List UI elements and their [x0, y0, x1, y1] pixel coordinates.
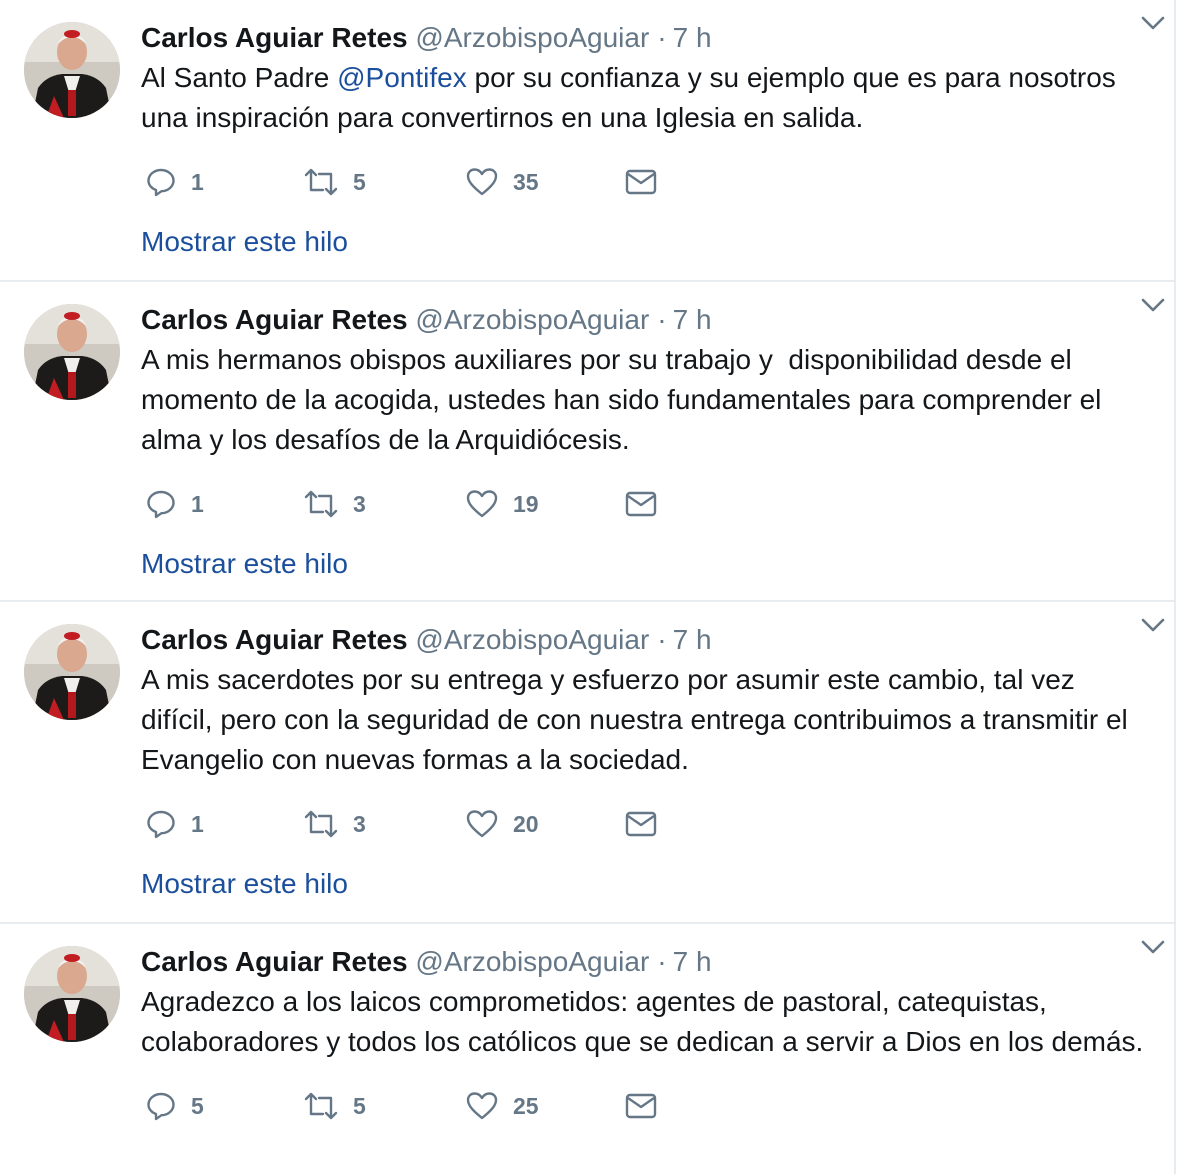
timestamp[interactable]: 7 h	[673, 624, 712, 655]
retweet-button[interactable]: 5	[303, 1086, 366, 1126]
chevron-down-icon	[1141, 618, 1165, 632]
retweet-icon	[303, 488, 339, 520]
chevron-down-icon	[1141, 298, 1165, 312]
tweet-header: Carlos Aguiar Retes @ArzobispoAguiar · 7 h	[141, 620, 1144, 660]
reply-count: 1	[191, 168, 204, 195]
tweet-header: Carlos Aguiar Retes @ArzobispoAguiar · 7 h	[141, 18, 1144, 58]
like-count: 35	[513, 168, 539, 195]
retweet-icon	[303, 166, 339, 198]
retweet-icon	[303, 808, 339, 840]
envelope-icon	[625, 490, 657, 518]
more-options-button[interactable]	[1140, 14, 1166, 32]
direct-message-button[interactable]	[625, 162, 657, 202]
author-name[interactable]: Carlos Aguiar Retes	[141, 946, 408, 977]
direct-message-button[interactable]	[625, 484, 657, 524]
like-button[interactable]: 20	[465, 804, 539, 844]
chevron-down-icon	[1141, 940, 1165, 954]
direct-message-button[interactable]	[625, 1086, 657, 1126]
show-thread-link[interactable]: Mostrar este hilo	[141, 864, 348, 904]
separator-dot: ·	[657, 624, 667, 655]
tweet-actions: 1 3 19	[141, 484, 1144, 524]
reply-icon	[145, 808, 177, 840]
tweet-text: A mis sacerdotes por su entrega y esfuer…	[141, 664, 1136, 775]
heart-icon	[465, 808, 499, 840]
envelope-icon	[625, 168, 657, 196]
like-button[interactable]: 35	[465, 162, 539, 202]
tweet[interactable]: Carlos Aguiar Retes @ArzobispoAguiar · 7 h…	[0, 282, 1174, 602]
retweet-count: 5	[353, 168, 366, 195]
author-handle[interactable]: @ArzobispoAguiar	[415, 304, 649, 335]
reply-icon	[145, 1090, 177, 1122]
chevron-down-icon	[1141, 16, 1165, 30]
avatar[interactable]	[24, 624, 120, 720]
show-thread-link[interactable]: Mostrar este hilo	[141, 222, 348, 262]
tweet[interactable]: Carlos Aguiar Retes @ArzobispoAguiar · 7 h…	[0, 924, 1174, 1174]
tweet-header: Carlos Aguiar Retes @ArzobispoAguiar · 7 h	[141, 300, 1144, 340]
author-name[interactable]: Carlos Aguiar Retes	[141, 304, 408, 335]
reply-button[interactable]: 5	[145, 1086, 204, 1126]
tweet-text: Agradezco a los laicos comprometidos: ag…	[141, 986, 1144, 1057]
heart-icon	[465, 1090, 499, 1122]
tweet-text-part: Al Santo Padre	[141, 62, 338, 93]
reply-count: 1	[191, 490, 204, 517]
avatar-image	[24, 22, 120, 118]
tweet[interactable]: Carlos Aguiar Retes @ArzobispoAguiar · 7 h…	[0, 0, 1174, 282]
more-options-button[interactable]	[1140, 938, 1166, 956]
tweet-text: A mis hermanos obispos auxiliares por su…	[141, 344, 1110, 455]
like-count: 19	[513, 490, 539, 517]
like-button[interactable]: 25	[465, 1086, 539, 1126]
author-handle[interactable]: @ArzobispoAguiar	[415, 946, 649, 977]
show-thread-link[interactable]: Mostrar este hilo	[141, 544, 348, 584]
reply-button[interactable]: 1	[145, 162, 204, 202]
timestamp[interactable]: 7 h	[673, 304, 712, 335]
reply-count: 1	[191, 810, 204, 837]
direct-message-button[interactable]	[625, 804, 657, 844]
more-options-button[interactable]	[1140, 296, 1166, 314]
reply-icon	[145, 166, 177, 198]
author-name[interactable]: Carlos Aguiar Retes	[141, 22, 408, 53]
retweet-button[interactable]: 3	[303, 804, 366, 844]
reply-button[interactable]: 1	[145, 804, 204, 844]
mention-link[interactable]: @Pontifex	[337, 62, 467, 93]
envelope-icon	[625, 810, 657, 838]
separator-dot: ·	[657, 304, 667, 335]
tweet[interactable]: Carlos Aguiar Retes @ArzobispoAguiar · 7 h…	[0, 602, 1174, 924]
avatar-image	[24, 624, 120, 720]
envelope-icon	[625, 1092, 657, 1120]
avatar-image	[24, 946, 120, 1042]
reply-button[interactable]: 1	[145, 484, 204, 524]
avatar[interactable]	[24, 946, 120, 1042]
tweet-text: Al Santo Padre @Pontifex por su confianz…	[141, 58, 1144, 138]
retweet-count: 3	[353, 810, 366, 837]
timestamp[interactable]: 7 h	[673, 22, 712, 53]
retweet-icon	[303, 1090, 339, 1122]
like-count: 20	[513, 810, 539, 837]
retweet-count: 5	[353, 1092, 366, 1119]
heart-icon	[465, 166, 499, 198]
author-name[interactable]: Carlos Aguiar Retes	[141, 624, 408, 655]
tweet-actions: 5 5 25	[141, 1086, 1144, 1126]
author-handle[interactable]: @ArzobispoAguiar	[415, 22, 649, 53]
avatar-image	[24, 304, 120, 400]
like-count: 25	[513, 1092, 539, 1119]
timestamp[interactable]: 7 h	[673, 946, 712, 977]
tweet-header: Carlos Aguiar Retes @ArzobispoAguiar · 7 h	[141, 942, 1144, 982]
separator-dot: ·	[657, 946, 667, 977]
reply-icon	[145, 488, 177, 520]
retweet-button[interactable]: 5	[303, 162, 366, 202]
separator-dot: ·	[657, 22, 667, 53]
avatar[interactable]	[24, 304, 120, 400]
author-handle[interactable]: @ArzobispoAguiar	[415, 624, 649, 655]
like-button[interactable]: 19	[465, 484, 539, 524]
timeline: Carlos Aguiar Retes @ArzobispoAguiar · 7 h…	[0, 0, 1176, 1174]
more-options-button[interactable]	[1140, 616, 1166, 634]
retweet-button[interactable]: 3	[303, 484, 366, 524]
retweet-count: 3	[353, 490, 366, 517]
tweet-actions: 1 3 20	[141, 804, 1144, 844]
reply-count: 5	[191, 1092, 204, 1119]
tweet-actions: 1 5 35	[141, 162, 1144, 202]
heart-icon	[465, 488, 499, 520]
avatar[interactable]	[24, 22, 120, 118]
